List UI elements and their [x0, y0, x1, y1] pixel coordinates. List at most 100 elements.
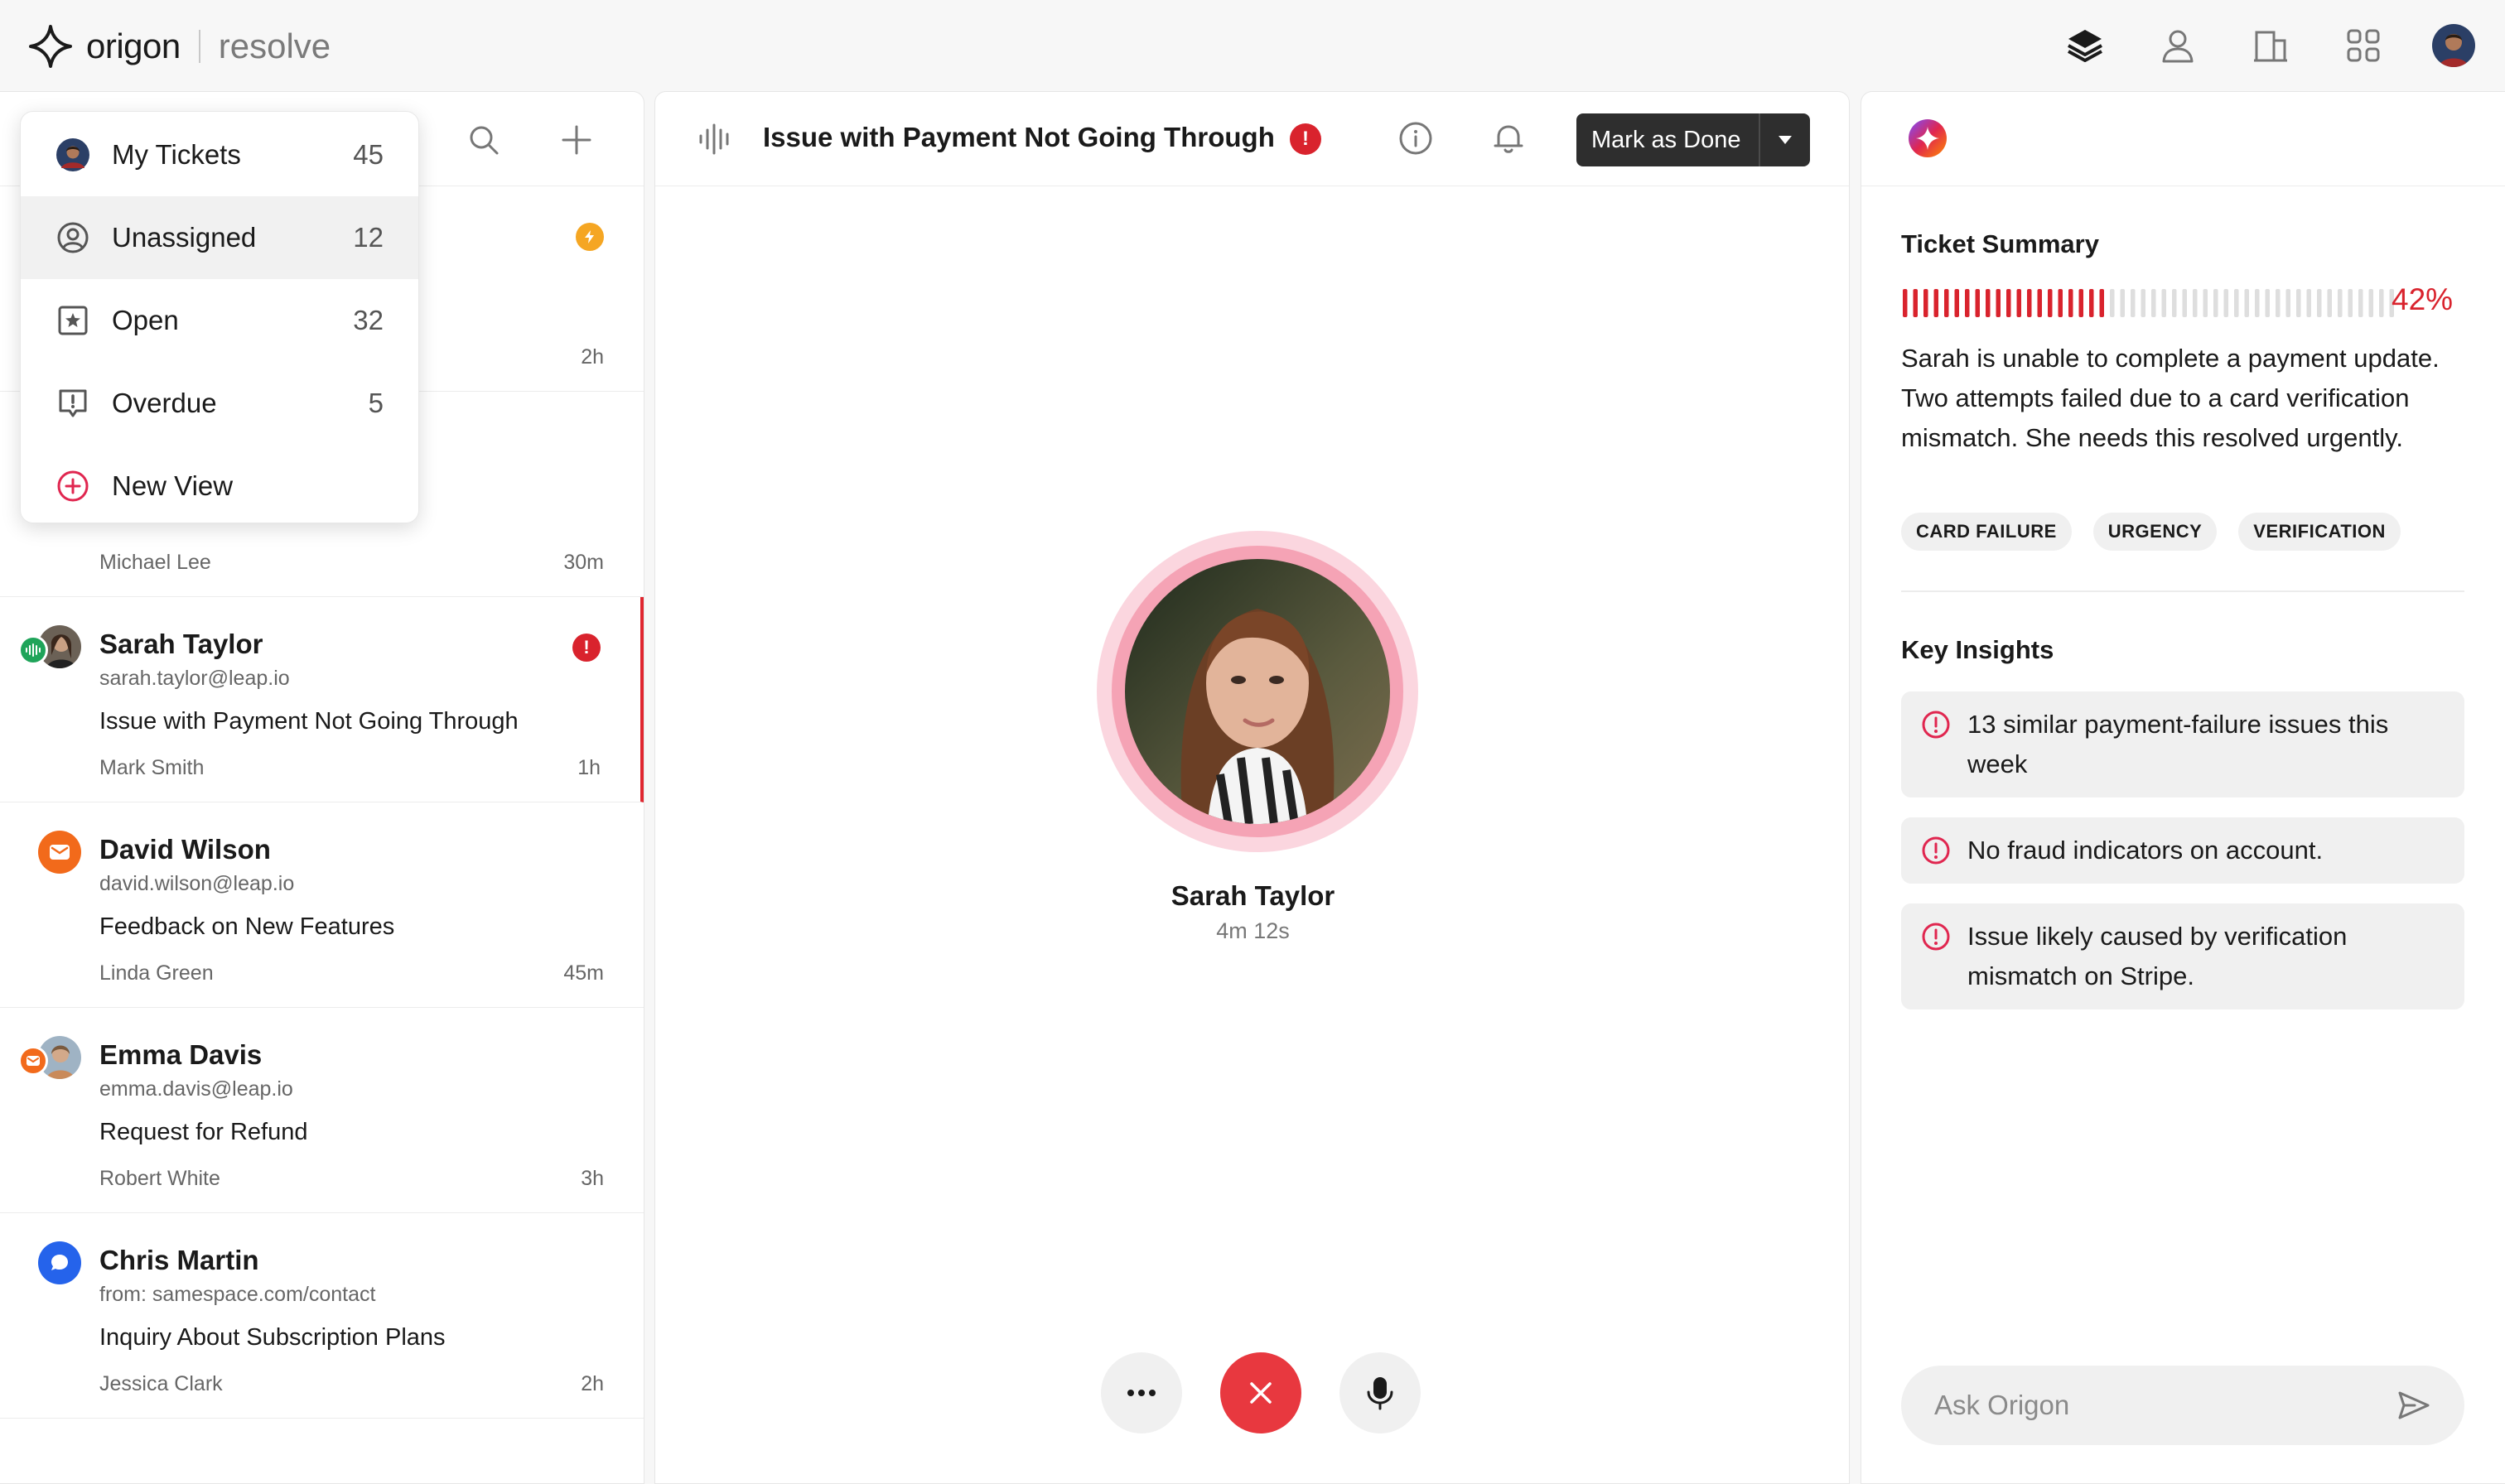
building-icon[interactable] [2247, 22, 2295, 70]
avatar [56, 137, 90, 172]
progress-segment [2006, 289, 2011, 317]
insight-card: Issue likely caused by verification mism… [1901, 903, 2464, 1009]
progress-segment [2348, 289, 2353, 317]
progress-segment [1944, 289, 1949, 317]
ticket-time: 3h [581, 1167, 604, 1190]
progress-segment [2255, 289, 2260, 317]
layers-icon[interactable] [2061, 22, 2109, 70]
brand[interactable]: origon resolve [28, 23, 331, 70]
ticket-subject: Feedback on New Features [99, 913, 395, 940]
progress-segment [1986, 289, 1991, 317]
progress-segment [1933, 289, 1938, 317]
send-icon[interactable] [2396, 1388, 2431, 1423]
progress-segment [1913, 289, 1918, 317]
ticket-agent: Jessica Clark [99, 1372, 223, 1395]
alert-message-icon [56, 386, 90, 421]
progress-segment [2048, 289, 2053, 317]
insight-card: No fraud indicators on account. [1901, 817, 2464, 884]
new-view-button[interactable]: New View [21, 445, 418, 528]
progress-segment [2265, 289, 2270, 317]
star-square-icon [56, 303, 90, 338]
view-label: Overdue [112, 388, 217, 418]
progress-segment [2027, 289, 2032, 317]
info-icon[interactable] [1397, 120, 1434, 157]
ticket-customer-name: Emma Davis [99, 1039, 263, 1070]
ticket-row[interactable]: Emma Davis emma.davis@leap.io Request fo… [0, 1008, 644, 1213]
conversation-title: Issue with Payment Not Going Through [763, 122, 1275, 152]
mark-as-done-button[interactable]: Mark as Done [1576, 113, 1810, 166]
conversation-panel: Issue with Payment Not Going Through ! M… [654, 91, 1850, 1484]
progress-segment [2296, 289, 2301, 317]
progress-segment [2368, 289, 2373, 317]
assistant-panel: Ticket Summary 42% Sarah is unable to co… [1861, 91, 2505, 1484]
user-icon[interactable] [2154, 22, 2202, 70]
progress-segment [2182, 289, 2187, 317]
top-bar: origon resolve [0, 0, 2505, 91]
view-count: 12 [353, 222, 384, 253]
progress-segment [2151, 289, 2156, 317]
view-overdue[interactable]: Overdue 5 [21, 362, 418, 445]
bell-icon[interactable] [1490, 120, 1527, 157]
progress-segment [2131, 289, 2136, 317]
insight-text: 13 similar payment-failure issues this w… [1967, 710, 2389, 778]
tag-chip[interactable]: VERIFICATION [2238, 513, 2401, 551]
view-open[interactable]: Open 32 [21, 279, 418, 362]
progress-segment [2110, 289, 2115, 317]
origon-logo-icon [29, 25, 72, 68]
progress-segment [1996, 289, 2001, 317]
ask-origon-input[interactable] [1934, 1390, 2396, 1421]
progress-segment [2068, 289, 2073, 317]
section-divider [1901, 590, 2464, 592]
progress-segment [2161, 289, 2166, 317]
mark-as-done-label: Mark as Done [1591, 126, 1741, 153]
caller-avatar-ring [1097, 531, 1418, 852]
view-unassigned[interactable]: Unassigned 12 [21, 196, 418, 279]
caller-name: Sarah Taylor [1170, 880, 1335, 911]
view-my-tickets[interactable]: My Tickets 45 [21, 113, 418, 196]
top-nav [2061, 18, 2475, 73]
tag-chip[interactable]: CARD FAILURE [1901, 513, 2072, 551]
tag-chip[interactable]: URGENCY [2092, 513, 2218, 551]
end-call-button[interactable] [1220, 1352, 1301, 1433]
grid-icon[interactable] [2339, 22, 2387, 70]
progress-segment [2172, 289, 2177, 317]
search-icon[interactable] [461, 117, 507, 163]
call-duration: 4m 12s [1216, 918, 1290, 943]
view-count: 32 [353, 305, 384, 335]
insight-card: 13 similar payment-failure issues this w… [1901, 691, 2464, 797]
summary-title: Ticket Summary [1901, 229, 2099, 258]
progress-segment [2327, 289, 2332, 317]
view-count: 45 [353, 139, 384, 170]
ticket-row-active[interactable]: Sarah Taylor sarah.taylor@leap.io Issue … [0, 597, 644, 802]
ticket-row[interactable]: David Wilson david.wilson@leap.io Feedba… [0, 802, 644, 1008]
view-label: New View [112, 470, 234, 501]
mute-button[interactable] [1339, 1352, 1421, 1433]
more-horizontal-icon [1127, 1390, 1156, 1396]
assistant-header [1861, 92, 2505, 186]
ask-origon-bar [1901, 1366, 2464, 1445]
progress-segment [2141, 289, 2145, 317]
progress-segment [2203, 289, 2208, 317]
progress-segment [1923, 289, 1928, 317]
ticket-row[interactable]: Chris Martin from: samespace.com/contact… [0, 1213, 644, 1419]
progress-segment [2276, 289, 2281, 317]
progress-segment [2078, 289, 2083, 317]
more-options-button[interactable] [1101, 1352, 1182, 1433]
info-icon [1922, 923, 1950, 951]
insights-title: Key Insights [1901, 635, 2054, 664]
origon-ai-icon[interactable] [1908, 118, 1948, 158]
progress-segment [1975, 289, 1980, 317]
brand-name: origon [86, 26, 181, 65]
chevron-down-icon[interactable] [1760, 135, 1810, 145]
info-icon [1922, 711, 1950, 739]
add-icon[interactable] [553, 117, 600, 163]
ticket-time: 2h [581, 1372, 604, 1395]
ticket-customer-name: David Wilson [99, 834, 271, 865]
ticket-subject: Issue with Payment Not Going Through [99, 708, 519, 735]
insight-text: Issue likely caused by verification mism… [1967, 922, 2348, 990]
progress-segment [2193, 289, 2198, 317]
email-channel-icon [38, 831, 81, 874]
current-user-avatar[interactable] [2432, 24, 2475, 67]
view-label: My Tickets [112, 139, 241, 170]
ticket-agent: Robert White [99, 1167, 220, 1190]
